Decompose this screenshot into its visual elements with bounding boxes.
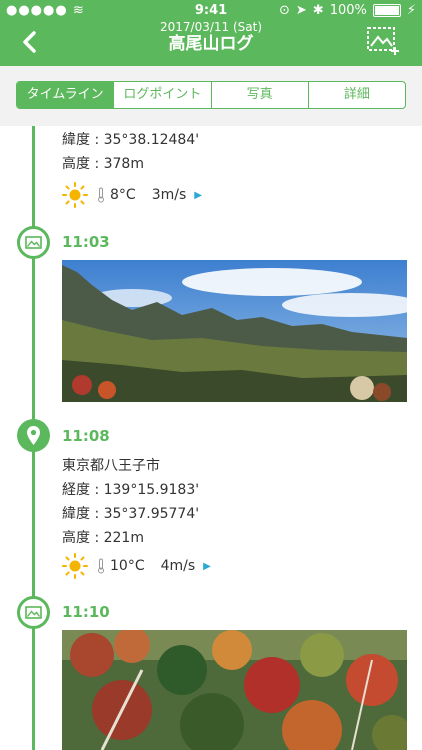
longitude-text: 経度 : 139°15.9183' bbox=[62, 482, 200, 498]
tab-log-points[interactable]: ログポイント bbox=[113, 82, 210, 108]
tab-timeline[interactable]: タイムライン bbox=[17, 82, 114, 108]
battery-icon bbox=[372, 4, 401, 17]
altitude-text: 高度 : 221m bbox=[62, 530, 144, 546]
wind-text: 3m/s bbox=[151, 187, 187, 203]
charging-icon: ⚡ bbox=[406, 3, 416, 18]
status-bar: ●●●●● ≋ 9:41 ⊙ ➤ ✱ 100% ⚡ bbox=[0, 0, 422, 22]
header-date: 2017/03/11 (Sat) bbox=[159, 20, 263, 34]
location-text: 東京都八王子市 bbox=[62, 458, 160, 474]
entry-time: 11:08 bbox=[62, 427, 110, 445]
mountain-photo[interactable] bbox=[62, 260, 407, 402]
nav-header: ●●●●● ≋ 9:41 ⊙ ➤ ✱ 100% ⚡ 2017/03/11 (Sa… bbox=[0, 0, 422, 66]
sun-icon bbox=[62, 553, 88, 579]
autumn-forest-photo[interactable] bbox=[62, 630, 407, 750]
sun-icon bbox=[62, 182, 88, 208]
header-title-group: 2017/03/11 (Sat) 高尾山ログ bbox=[0, 20, 422, 54]
status-right: ⊙ ➤ ✱ 100% ⚡ bbox=[279, 3, 416, 18]
bluetooth-icon: ✱ bbox=[312, 3, 324, 18]
wind-direction-icon: ▶ bbox=[203, 560, 211, 572]
battery-percent: 100% bbox=[329, 3, 367, 18]
thermometer-icon bbox=[98, 558, 104, 574]
altitude-text: 高度 : 378m bbox=[62, 156, 144, 172]
wind-direction-icon: ▶ bbox=[194, 189, 202, 201]
photo-node-icon bbox=[17, 596, 50, 629]
thermometer-icon bbox=[98, 187, 104, 203]
lock-rotation-icon: ⊙ bbox=[278, 3, 290, 18]
photo-select-icon[interactable] bbox=[366, 26, 400, 56]
entry-time: 11:10 bbox=[62, 603, 110, 621]
tab-details[interactable]: 詳細 bbox=[307, 82, 405, 108]
weather-row: 8°C 3m/s ▶ bbox=[62, 182, 202, 208]
segmented-control: タイムライン ログポイント 写真 詳細 bbox=[16, 81, 406, 109]
latitude-text: 緯度 : 35°38.12484' bbox=[62, 132, 200, 148]
photo-node-icon bbox=[17, 226, 50, 259]
tab-photos[interactable]: 写真 bbox=[210, 82, 308, 108]
wind-text: 4m/s bbox=[160, 558, 196, 574]
temperature-text: 10°C bbox=[110, 558, 145, 574]
location-icon: ➤ bbox=[295, 3, 307, 18]
entry-time: 11:03 bbox=[62, 233, 110, 251]
latitude-text: 緯度 : 35°37.95774' bbox=[62, 506, 200, 522]
weather-row: 10°C 4m/s ▶ bbox=[62, 553, 211, 579]
segment-bar: タイムライン ログポイント 写真 詳細 bbox=[0, 66, 422, 126]
temperature-text: 8°C bbox=[110, 187, 136, 203]
location-pin-icon bbox=[17, 419, 50, 452]
page-title: 高尾山ログ bbox=[168, 34, 254, 54]
timeline-list[interactable]: 緯度 : 35°38.12484' 高度 : 378m 8°C 3m/s ▶ 1… bbox=[0, 126, 422, 750]
